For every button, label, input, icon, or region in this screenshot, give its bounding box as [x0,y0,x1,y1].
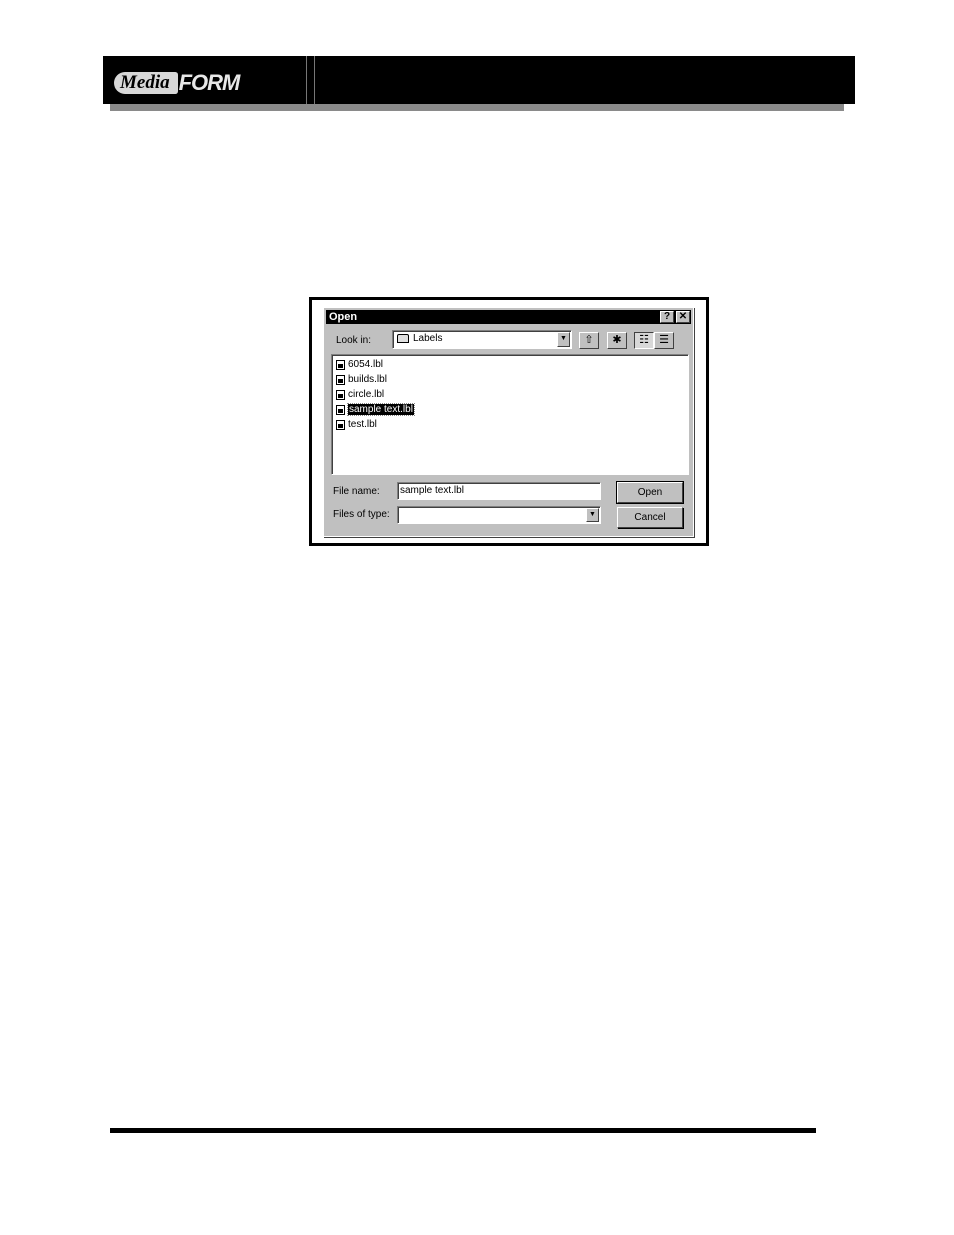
list-item[interactable]: builds.lbl [336,373,387,386]
open-button[interactable]: Open [616,481,684,504]
logo-form-text: FORM [178,70,241,95]
details-view-icon[interactable]: ☰ [654,332,674,349]
list-item[interactable]: circle.lbl [336,388,384,401]
list-item[interactable]: 6054.lbl [336,358,383,371]
logo-media-text: Media [114,72,178,94]
footer-rule [110,1128,816,1133]
list-view-icon[interactable]: ☷ [634,332,654,349]
file-name-label: File name: [333,486,380,497]
label-file-icon [336,389,345,400]
close-button[interactable]: ✕ [676,311,690,323]
dropdown-arrow-icon[interactable]: ▼ [557,332,570,347]
files-of-type-combo[interactable]: ▼ [397,506,601,524]
file-name-field[interactable]: sample text.lbl [397,482,601,500]
up-one-level-icon[interactable]: ⇧ [579,332,599,349]
header-banner-divider [306,56,315,104]
list-item-selected[interactable]: sample text.lbl [336,403,415,416]
help-button[interactable]: ? [660,311,674,323]
look-in-label: Look in: [336,335,372,346]
file-name: 6054.lbl [348,359,384,370]
mediaform-logo: Media FORM [114,70,241,96]
new-folder-icon[interactable]: ✱ [607,332,627,349]
files-of-type-label: Files of type: [333,509,390,520]
file-name: sample text.lbl [347,403,415,416]
label-file-icon [336,404,345,415]
file-list[interactable]: 6054.lbl builds.lbl circle.lbl sample te… [331,354,689,475]
file-name: test.lbl [348,419,377,430]
dialog-title: Open [329,311,358,323]
file-name: builds.lbl [348,374,387,385]
look-in-value: Labels [413,333,443,344]
folder-icon [397,334,409,343]
label-file-icon [336,359,345,370]
label-file-icon [336,419,345,430]
cancel-button[interactable]: Cancel [617,507,683,528]
look-in-combo[interactable]: Labels ▼ [392,330,572,349]
list-item[interactable]: test.lbl [336,418,377,431]
file-name: circle.lbl [348,389,385,400]
label-file-icon [336,374,345,385]
title-bar: Open ? ✕ [326,310,691,324]
dropdown-arrow-icon[interactable]: ▼ [586,508,599,522]
